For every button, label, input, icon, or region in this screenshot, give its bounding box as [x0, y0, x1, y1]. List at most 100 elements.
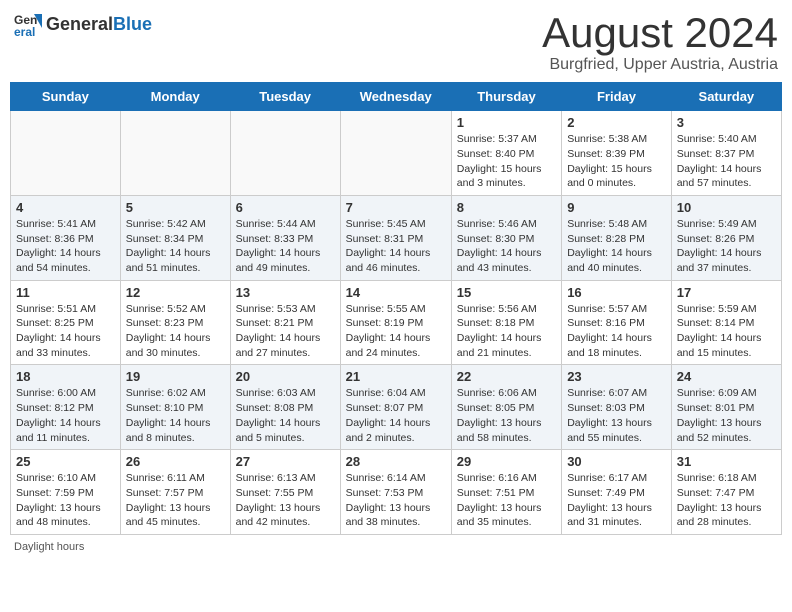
week-row-4: 18 Sunrise: 6:00 AMSunset: 8:12 PMDayligh… — [11, 365, 782, 450]
day-number: 9 — [567, 200, 666, 215]
day-info: Sunrise: 5:49 AMSunset: 8:26 PMDaylight:… — [677, 217, 776, 276]
calendar-cell: 12 Sunrise: 5:52 AMSunset: 8:23 PMDayligh… — [120, 280, 230, 365]
calendar-cell: 21 Sunrise: 6:04 AMSunset: 8:07 PMDayligh… — [340, 365, 451, 450]
day-number: 12 — [126, 285, 225, 300]
calendar-cell: 24 Sunrise: 6:09 AMSunset: 8:01 PMDayligh… — [671, 365, 781, 450]
calendar-cell: 10 Sunrise: 5:49 AMSunset: 8:26 PMDayligh… — [671, 195, 781, 280]
day-number: 20 — [236, 369, 335, 384]
calendar-cell: 7Sunrise: 5:45 AMSunset: 8:31 PMDaylight… — [340, 195, 451, 280]
day-info: Sunrise: 5:56 AMSunset: 8:18 PMDaylight:… — [457, 302, 556, 361]
day-info: Sunrise: 6:09 AMSunset: 8:01 PMDaylight:… — [677, 386, 776, 445]
day-number: 6 — [236, 200, 335, 215]
day-info: Sunrise: 5:42 AMSunset: 8:34 PMDaylight:… — [126, 217, 225, 276]
day-number: 24 — [677, 369, 776, 384]
logo-icon: Gen eral — [14, 10, 42, 38]
day-number: 29 — [457, 454, 556, 469]
calendar-cell — [230, 111, 340, 196]
week-row-1: 1Sunrise: 5:37 AMSunset: 8:40 PMDaylight… — [11, 111, 782, 196]
day-number: 18 — [16, 369, 115, 384]
calendar-cell: 17 Sunrise: 5:59 AMSunset: 8:14 PMDayligh… — [671, 280, 781, 365]
day-info: Sunrise: 6:17 AMSunset: 7:49 PMDaylight:… — [567, 471, 666, 530]
calendar-cell: 3Sunrise: 5:40 AMSunset: 8:37 PMDaylight… — [671, 111, 781, 196]
day-info: Sunrise: 6:10 AMSunset: 7:59 PMDaylight:… — [16, 471, 115, 530]
calendar-cell: 4Sunrise: 5:41 AMSunset: 8:36 PMDaylight… — [11, 195, 121, 280]
day-info: Sunrise: 5:55 AMSunset: 8:19 PMDaylight:… — [346, 302, 446, 361]
day-info: Sunrise: 6:00 AMSunset: 8:12 PMDaylight:… — [16, 386, 115, 445]
weekday-header-tuesday: Tuesday — [230, 83, 340, 111]
title-section: August 2024 Burgfried, Upper Austria, Au… — [542, 10, 778, 74]
day-number: 5 — [126, 200, 225, 215]
calendar-cell: 31 Sunrise: 6:18 AMSunset: 7:47 PMDayligh… — [671, 450, 781, 535]
day-number: 25 — [16, 454, 115, 469]
day-info: Sunrise: 5:53 AMSunset: 8:21 PMDaylight:… — [236, 302, 335, 361]
day-number: 28 — [346, 454, 446, 469]
day-number: 21 — [346, 369, 446, 384]
calendar-cell — [120, 111, 230, 196]
day-info: Sunrise: 5:59 AMSunset: 8:14 PMDaylight:… — [677, 302, 776, 361]
day-info: Sunrise: 6:07 AMSunset: 8:03 PMDaylight:… — [567, 386, 666, 445]
calendar-cell: 19 Sunrise: 6:02 AMSunset: 8:10 PMDayligh… — [120, 365, 230, 450]
calendar-cell: 22 Sunrise: 6:06 AMSunset: 8:05 PMDayligh… — [451, 365, 561, 450]
calendar-cell: 16 Sunrise: 5:57 AMSunset: 8:16 PMDayligh… — [562, 280, 672, 365]
day-number: 31 — [677, 454, 776, 469]
logo: Gen eral GeneralBlue — [14, 10, 152, 38]
day-info: Sunrise: 6:06 AMSunset: 8:05 PMDaylight:… — [457, 386, 556, 445]
day-info: Sunrise: 6:04 AMSunset: 8:07 PMDaylight:… — [346, 386, 446, 445]
day-info: Sunrise: 5:51 AMSunset: 8:25 PMDaylight:… — [16, 302, 115, 361]
day-number: 17 — [677, 285, 776, 300]
calendar-cell: 6 Sunrise: 5:44 AMSunset: 8:33 PMDaylight… — [230, 195, 340, 280]
day-number: 19 — [126, 369, 225, 384]
calendar-cell: 9 Sunrise: 5:48 AMSunset: 8:28 PMDaylight… — [562, 195, 672, 280]
calendar-cell: 25 Sunrise: 6:10 AMSunset: 7:59 PMDayligh… — [11, 450, 121, 535]
calendar-title: August 2024 — [542, 10, 778, 56]
calendar-cell: 26Sunrise: 6:11 AMSunset: 7:57 PMDayligh… — [120, 450, 230, 535]
calendar-cell — [11, 111, 121, 196]
day-number: 10 — [677, 200, 776, 215]
weekday-header-friday: Friday — [562, 83, 672, 111]
day-number: 15 — [457, 285, 556, 300]
weekday-header-row: SundayMondayTuesdayWednesdayThursdayFrid… — [11, 83, 782, 111]
day-number: 4 — [16, 200, 115, 215]
day-number: 3 — [677, 115, 776, 130]
week-row-5: 25 Sunrise: 6:10 AMSunset: 7:59 PMDayligh… — [11, 450, 782, 535]
day-info: Sunrise: 6:18 AMSunset: 7:47 PMDaylight:… — [677, 471, 776, 530]
weekday-header-wednesday: Wednesday — [340, 83, 451, 111]
calendar-cell: 15 Sunrise: 5:56 AMSunset: 8:18 PMDayligh… — [451, 280, 561, 365]
day-number: 22 — [457, 369, 556, 384]
day-number: 1 — [457, 115, 556, 130]
day-number: 27 — [236, 454, 335, 469]
day-number: 11 — [16, 285, 115, 300]
day-info: Sunrise: 6:02 AMSunset: 8:10 PMDaylight:… — [126, 386, 225, 445]
day-info: Sunrise: 5:45 AMSunset: 8:31 PMDaylight:… — [346, 217, 446, 276]
calendar-cell: 27 Sunrise: 6:13 AMSunset: 7:55 PMDayligh… — [230, 450, 340, 535]
weekday-header-monday: Monday — [120, 83, 230, 111]
day-info: Sunrise: 5:46 AMSunset: 8:30 PMDaylight:… — [457, 217, 556, 276]
page-header: Gen eral GeneralBlue August 2024 Burgfri… — [10, 10, 782, 74]
calendar-cell: 11 Sunrise: 5:51 AMSunset: 8:25 PMDayligh… — [11, 280, 121, 365]
day-info: Sunrise: 6:14 AMSunset: 7:53 PMDaylight:… — [346, 471, 446, 530]
day-info: Sunrise: 6:11 AMSunset: 7:57 PMDaylight:… — [126, 471, 225, 530]
calendar-cell: 5 Sunrise: 5:42 AMSunset: 8:34 PMDaylight… — [120, 195, 230, 280]
day-info: Sunrise: 6:13 AMSunset: 7:55 PMDaylight:… — [236, 471, 335, 530]
weekday-header-thursday: Thursday — [451, 83, 561, 111]
calendar-cell: 14Sunrise: 5:55 AMSunset: 8:19 PMDayligh… — [340, 280, 451, 365]
day-info: Sunrise: 5:57 AMSunset: 8:16 PMDaylight:… — [567, 302, 666, 361]
day-info: Sunrise: 5:44 AMSunset: 8:33 PMDaylight:… — [236, 217, 335, 276]
day-info: Sunrise: 6:03 AMSunset: 8:08 PMDaylight:… — [236, 386, 335, 445]
logo-general-text: GeneralBlue — [46, 14, 152, 35]
calendar-cell: 23Sunrise: 6:07 AMSunset: 8:03 PMDayligh… — [562, 365, 672, 450]
day-info: Sunrise: 5:48 AMSunset: 8:28 PMDaylight:… — [567, 217, 666, 276]
footer-note: Daylight hours — [10, 541, 782, 553]
day-info: Sunrise: 5:52 AMSunset: 8:23 PMDaylight:… — [126, 302, 225, 361]
calendar-cell: 18 Sunrise: 6:00 AMSunset: 8:12 PMDayligh… — [11, 365, 121, 450]
day-info: Sunrise: 5:38 AMSunset: 8:39 PMDaylight:… — [567, 132, 666, 191]
day-number: 2 — [567, 115, 666, 130]
day-number: 8 — [457, 200, 556, 215]
day-number: 16 — [567, 285, 666, 300]
weekday-header-sunday: Sunday — [11, 83, 121, 111]
calendar-subtitle: Burgfried, Upper Austria, Austria — [542, 56, 778, 74]
weekday-header-saturday: Saturday — [671, 83, 781, 111]
calendar-cell: 13Sunrise: 5:53 AMSunset: 8:21 PMDayligh… — [230, 280, 340, 365]
week-row-3: 11 Sunrise: 5:51 AMSunset: 8:25 PMDayligh… — [11, 280, 782, 365]
day-number: 30 — [567, 454, 666, 469]
